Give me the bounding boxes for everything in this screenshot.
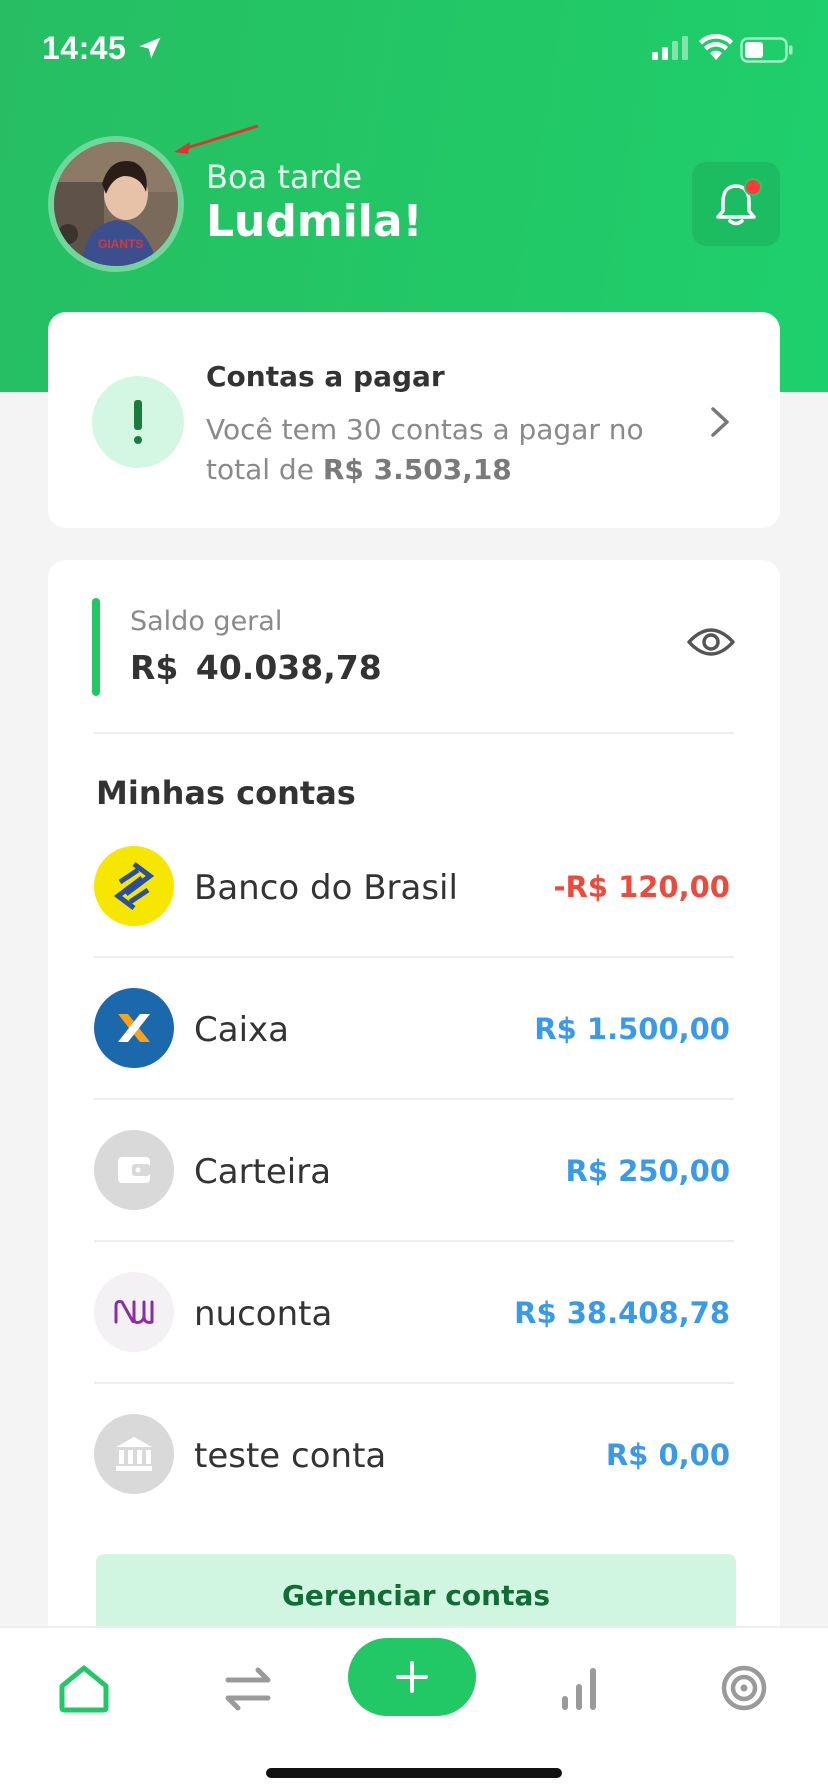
wallet-icon xyxy=(94,1130,174,1210)
greeting-text: Boa tarde xyxy=(206,158,363,196)
caixa-logo xyxy=(94,988,174,1068)
target-icon[interactable] xyxy=(706,1650,782,1726)
notification-badge xyxy=(744,178,762,196)
home-icon[interactable] xyxy=(46,1650,122,1726)
banco-do-brasil-logo xyxy=(94,846,174,926)
chart-icon[interactable] xyxy=(542,1650,618,1726)
cellular-signal-icon xyxy=(652,36,688,60)
bills-to-pay-card[interactable]: Contas a pagar Você tem 30 contas a paga… xyxy=(48,312,780,528)
balance-label: Saldo geral xyxy=(130,606,283,637)
account-name: Caixa xyxy=(194,1010,289,1050)
account-value: -R$ 120,00 xyxy=(553,870,730,904)
chevron-right-icon xyxy=(711,407,729,437)
balance-value: R$ 40.038,78 xyxy=(130,648,382,687)
bottom-navigation xyxy=(0,1626,828,1792)
account-name: Carteira xyxy=(194,1152,332,1192)
balance-accent-bar xyxy=(92,598,100,696)
account-name: teste conta xyxy=(194,1436,387,1476)
account-row-banco-do-brasil[interactable]: Banco do Brasil -R$ 120,00 xyxy=(94,816,734,958)
transfer-icon[interactable] xyxy=(210,1650,286,1726)
add-button[interactable] xyxy=(348,1638,476,1716)
status-bar: 14:45 xyxy=(0,0,828,100)
notifications-button[interactable] xyxy=(692,162,780,246)
status-time: 14:45 xyxy=(42,30,127,66)
account-value: R$ 38.408,78 xyxy=(514,1296,730,1330)
my-accounts-title: Minhas contas xyxy=(96,774,356,812)
profile-avatar[interactable]: GIANTS xyxy=(48,136,184,272)
bills-total-amount: R$ 3.503,18 xyxy=(322,453,512,486)
avatar-photo: GIANTS xyxy=(54,142,178,266)
location-arrow-icon xyxy=(139,37,161,59)
alert-icon xyxy=(92,376,184,468)
divider xyxy=(94,732,734,734)
nubank-logo xyxy=(94,1272,174,1352)
account-value: R$ 0,00 xyxy=(605,1438,730,1472)
battery-icon xyxy=(740,37,793,63)
bills-description: Você tem 30 contas a pagar no total de R… xyxy=(206,410,686,490)
account-row-carteira[interactable]: Carteira R$ 250,00 xyxy=(94,1100,734,1242)
bills-title: Contas a pagar xyxy=(206,360,445,393)
home-indicator xyxy=(266,1768,562,1778)
account-name: Banco do Brasil xyxy=(194,868,458,908)
account-row-teste-conta[interactable]: teste conta R$ 0,00 xyxy=(94,1384,734,1526)
account-row-caixa[interactable]: Caixa R$ 1.500,00 xyxy=(94,958,734,1100)
user-name: Ludmila! xyxy=(206,196,423,247)
annotation-arrow-icon xyxy=(174,124,259,154)
accounts-card: Saldo geral R$ 40.038,78 Minhas contas B… xyxy=(48,560,780,1700)
bank-building-icon xyxy=(94,1414,174,1494)
wifi-icon xyxy=(699,34,733,60)
account-row-nuconta[interactable]: nuconta R$ 38.408,78 xyxy=(94,1242,734,1384)
account-name: nuconta xyxy=(194,1294,333,1334)
account-value: R$ 250,00 xyxy=(565,1154,730,1188)
svg-text:GIANTS: GIANTS xyxy=(98,237,143,251)
account-value: R$ 1.500,00 xyxy=(534,1012,730,1046)
eye-icon[interactable] xyxy=(686,622,736,662)
